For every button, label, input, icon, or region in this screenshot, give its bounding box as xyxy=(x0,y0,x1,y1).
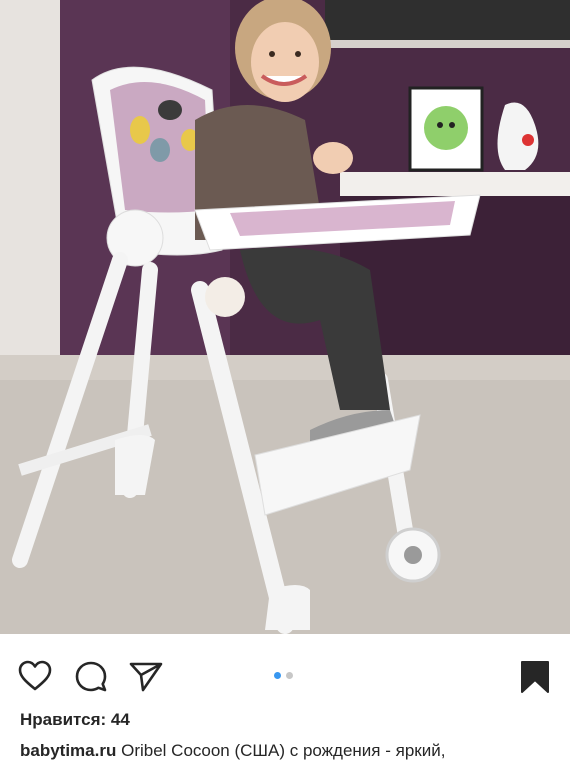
comment-bubble-icon[interactable] xyxy=(74,660,108,694)
caption-username[interactable]: babytima.ru xyxy=(20,741,116,760)
carousel-dot-active xyxy=(274,672,281,679)
paper-plane-icon[interactable] xyxy=(128,660,164,694)
post-photo[interactable] xyxy=(0,0,570,634)
carousel-dot xyxy=(286,672,293,679)
likes-count[interactable]: Нравится: 44 xyxy=(20,710,130,730)
bookmark-filled-icon[interactable] xyxy=(520,660,550,694)
heart-outline-icon[interactable] xyxy=(18,660,52,692)
post-caption: babytima.ru Oribel Cocoon (США) с рожден… xyxy=(20,740,560,762)
caption-text: Oribel Cocoon (США) с рождения - яркий, xyxy=(121,741,446,760)
photo-illustration xyxy=(0,0,570,634)
carousel-indicator xyxy=(274,672,293,679)
